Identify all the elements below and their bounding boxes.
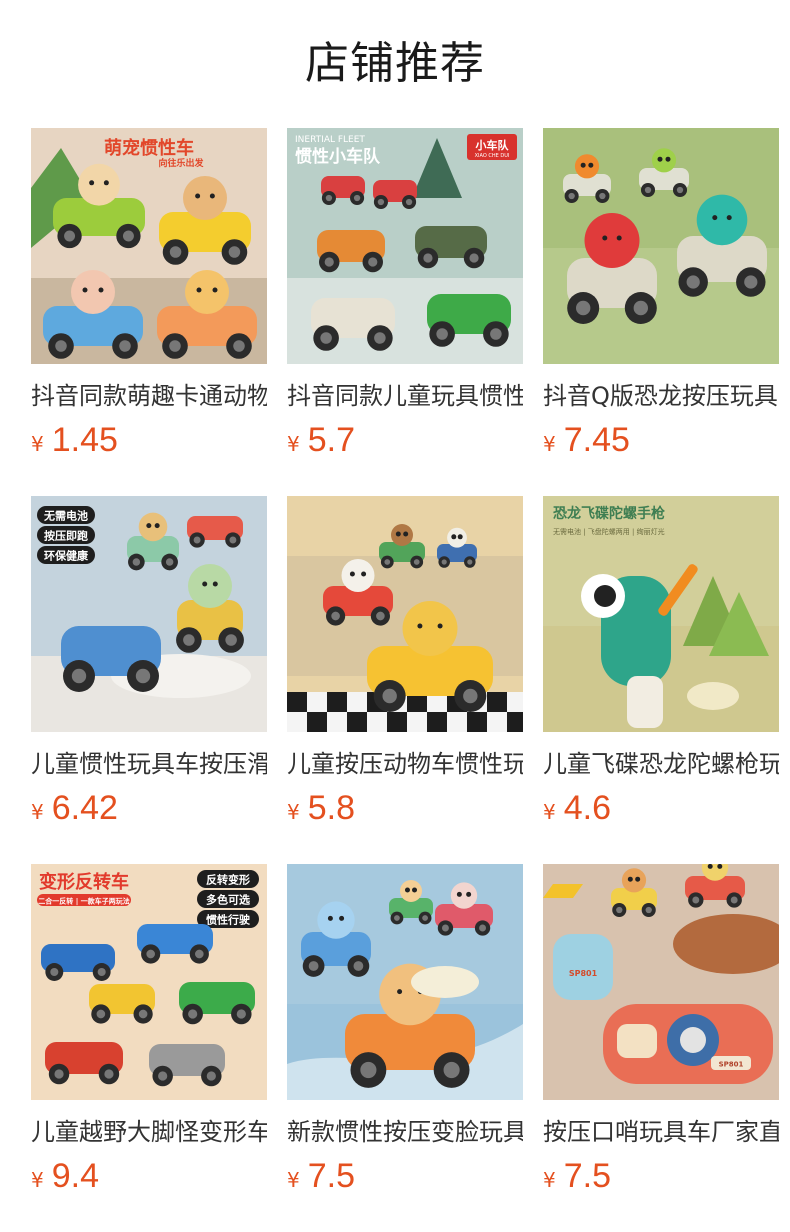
svg-text:向往乐出发: 向往乐出发	[158, 157, 204, 169]
product-name[interactable]: 儿童惯性玩具车按压滑行小车	[31, 748, 267, 780]
currency-symbol: ¥	[287, 432, 300, 456]
product-name[interactable]: 抖音Q版恐龙按压玩具车	[543, 380, 779, 412]
svg-text:无需电池 | 飞盘陀螺两用 | 绚丽灯光: 无需电池 | 飞盘陀螺两用 | 绚丽灯光	[553, 527, 665, 536]
product-price: ¥5.8	[287, 788, 523, 828]
product-image[interactable]: INERTIAL FLEET 惯性小车队 小车队 XIAO CHE DUI	[287, 128, 523, 364]
svg-text:二合一反转 | 一款车子两玩法: 二合一反转 | 一款车子两玩法	[38, 897, 129, 907]
price-value: 4.6	[563, 789, 611, 827]
product-price: ¥7.5	[287, 1156, 523, 1196]
currency-symbol: ¥	[31, 800, 44, 824]
product-card[interactable]: 新款惯性按压变脸玩具车 ¥7.5	[287, 864, 523, 1232]
price-value: 6.42	[51, 789, 118, 827]
svg-text:环保健康: 环保健康	[44, 549, 89, 563]
product-name[interactable]: 抖音同款萌趣卡通动物惯性车	[31, 380, 267, 412]
product-name[interactable]: 抖音同款儿童玩具惯性小车队	[287, 380, 523, 412]
product-image[interactable]: SP801 SP801	[543, 864, 779, 1100]
svg-text:SP801: SP801	[569, 969, 598, 978]
product-image[interactable]: 无需电池按压即跑环保健康	[31, 496, 267, 732]
svg-text:无需电池: 无需电池	[43, 509, 88, 523]
product-card[interactable]: 儿童按压动物车惯性玩具 ¥5.8	[287, 496, 523, 864]
product-image[interactable]: 变形反转车二合一反转 | 一款车子两玩法 反转变形多色可选惯性行驶	[31, 864, 267, 1100]
svg-text:多色可选: 多色可选	[206, 893, 250, 907]
product-card[interactable]: 恐龙飞碟陀螺手枪无需电池 | 飞盘陀螺两用 | 绚丽灯光儿童飞碟恐龙陀螺枪玩具 ¥…	[543, 496, 779, 864]
product-name[interactable]: 新款惯性按压变脸玩具车	[287, 1116, 523, 1148]
product-card[interactable]: 无需电池按压即跑环保健康儿童惯性玩具车按压滑行小车 ¥6.42	[31, 496, 267, 864]
product-image[interactable]: 恐龙飞碟陀螺手枪无需电池 | 飞盘陀螺两用 | 绚丽灯光	[543, 496, 779, 732]
product-price: ¥9.4	[31, 1156, 267, 1196]
product-card[interactable]: 萌宠惯性车向往乐出发抖音同款萌趣卡通动物惯性车 ¥1.45	[31, 128, 267, 496]
product-price: ¥1.45	[31, 420, 267, 460]
product-name[interactable]: 儿童飞碟恐龙陀螺枪玩具	[543, 748, 779, 780]
svg-text:萌宠惯性车: 萌宠惯性车	[104, 137, 194, 159]
price-value: 5.8	[307, 789, 355, 827]
product-price: ¥6.42	[31, 788, 267, 828]
product-grid: 萌宠惯性车向往乐出发抖音同款萌趣卡通动物惯性车 ¥1.45 INERTIAL FLE…	[31, 128, 779, 1232]
svg-text:恐龙飞碟陀螺手枪: 恐龙飞碟陀螺手枪	[553, 505, 665, 522]
product-image[interactable]: 萌宠惯性车 向往乐出发	[31, 128, 267, 364]
currency-symbol: ¥	[287, 1168, 300, 1192]
product-price: ¥7.5	[543, 1156, 779, 1196]
currency-symbol: ¥	[543, 432, 556, 456]
product-image[interactable]	[543, 128, 779, 364]
currency-symbol: ¥	[543, 1168, 556, 1192]
price-value: 9.4	[51, 1157, 99, 1195]
product-image[interactable]	[287, 496, 523, 732]
svg-text:SP801: SP801	[719, 1061, 744, 1069]
price-value: 7.5	[307, 1157, 355, 1195]
svg-text:反转变形: 反转变形	[206, 873, 250, 887]
svg-text:变形反转车: 变形反转车	[39, 871, 129, 893]
currency-symbol: ¥	[543, 800, 556, 824]
price-value: 7.5	[563, 1157, 611, 1195]
currency-symbol: ¥	[31, 432, 44, 456]
product-card[interactable]: 抖音Q版恐龙按压玩具车 ¥7.45	[543, 128, 779, 496]
svg-text:XIAO CHE DUI: XIAO CHE DUI	[475, 153, 510, 159]
currency-symbol: ¥	[287, 800, 300, 824]
product-image[interactable]	[287, 864, 523, 1100]
product-price: ¥7.45	[543, 420, 779, 460]
svg-text:按压即跑: 按压即跑	[44, 529, 88, 543]
product-name[interactable]: 儿童按压动物车惯性玩具	[287, 748, 523, 780]
price-value: 5.7	[307, 421, 355, 459]
price-value: 1.45	[51, 421, 118, 459]
product-card[interactable]: 变形反转车二合一反转 | 一款车子两玩法 反转变形多色可选惯性行驶儿童越野大脚怪变…	[31, 864, 267, 1232]
product-name[interactable]: 按压口哨玩具车厂家直销	[543, 1116, 779, 1148]
svg-text:INERTIAL FLEET: INERTIAL FLEET	[295, 135, 365, 145]
product-card[interactable]: INERTIAL FLEET 惯性小车队 小车队 XIAO CHE DUI 抖音同款儿童…	[287, 128, 523, 496]
product-price: ¥5.7	[287, 420, 523, 460]
svg-text:小车队: 小车队	[475, 138, 510, 152]
recommend-page: 店铺推荐 萌宠惯性车向往乐出发抖音同款萌趣卡通动物惯性车 ¥1.45 INERTIA…	[0, 0, 790, 1232]
product-card[interactable]: SP801 SP801 按压口哨玩具车厂家直销 ¥7.5	[543, 864, 779, 1232]
currency-symbol: ¥	[31, 1168, 44, 1192]
svg-text:惯性小车队: 惯性小车队	[295, 146, 381, 167]
section-title: 店铺推荐	[305, 38, 485, 89]
price-value: 7.45	[563, 421, 630, 459]
product-price: ¥4.6	[543, 788, 779, 828]
product-name[interactable]: 儿童越野大脚怪变形车	[31, 1116, 267, 1148]
svg-text:惯性行驶: 惯性行驶	[206, 913, 251, 927]
